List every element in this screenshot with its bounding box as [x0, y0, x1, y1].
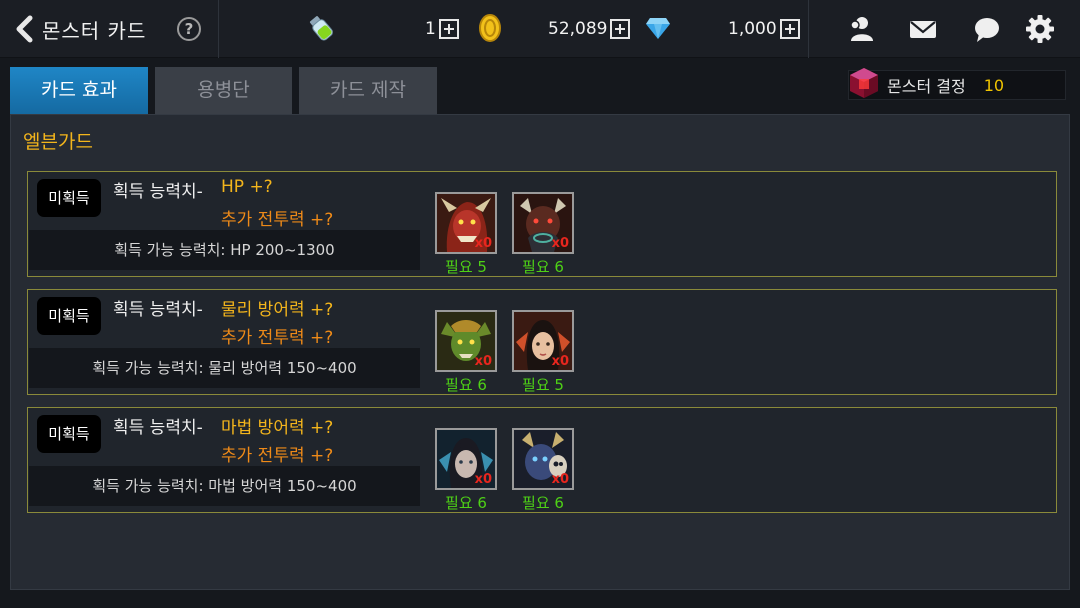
crystal-label: 몬스터 결정: [887, 77, 966, 96]
add-gem-button[interactable]: [779, 19, 800, 39]
combat-power-bonus: 추가 전투력 +?: [221, 328, 334, 348]
required-count: 필요 6: [445, 376, 487, 394]
top-bar: 몬스터 카드 ? 1 52,089 1,000: [0, 0, 1080, 58]
back-button[interactable]: 몬스터 카드: [14, 14, 146, 44]
monster-card-blue-elf[interactable]: x0: [435, 428, 497, 490]
monster-crystal-icon: [850, 68, 878, 98]
monster-card-skull-knight[interactable]: x0: [512, 428, 574, 490]
combat-power-bonus: 추가 전투력 +?: [221, 210, 334, 230]
card-effect-panel: 엘븐가드 미획득 획득 능력치- HP +? 추가 전투력 +? 획득 가능 능…: [10, 114, 1070, 590]
gem-value: 1,000: [728, 19, 777, 39]
page-title: 몬스터 카드: [42, 18, 147, 43]
stat-range: 획득 가능 능력치: 마법 방어력 150~400: [29, 466, 420, 506]
stat-value: HP +?: [221, 177, 273, 197]
owned-count: x0: [474, 472, 492, 487]
status-badge: 미획득: [37, 415, 101, 453]
required-count: 필요 6: [445, 494, 487, 512]
help-button[interactable]: ?: [177, 17, 201, 41]
section-title: 엘븐가드: [23, 131, 93, 153]
stamina-potion-icon: [309, 16, 333, 41]
status-badge: 미획득: [37, 179, 101, 217]
stat-range: 획득 가능 능력치: 물리 방어력 150~400: [29, 348, 420, 388]
required-count: 필요 6: [522, 258, 564, 276]
owned-count: x0: [474, 354, 492, 369]
status-badge: 미획득: [37, 297, 101, 335]
stat-label: 획득 능력치-: [113, 300, 203, 320]
required-count: 필요 5: [522, 376, 564, 394]
combat-power-bonus: 추가 전투력 +?: [221, 446, 334, 466]
chat-icon[interactable]: [972, 14, 1002, 44]
chevron-left-icon: [16, 15, 33, 43]
owned-count: x0: [474, 236, 492, 251]
required-count: 필요 6: [522, 494, 564, 512]
stat-value: 물리 방어력 +?: [221, 300, 334, 320]
monster-card-red-demon[interactable]: x0: [435, 192, 497, 254]
monster-crystal-counter: 몬스터 결정 10: [848, 68, 1066, 100]
gold-counter: 52,089: [548, 14, 631, 44]
monster-card-elf-woman[interactable]: x0: [512, 310, 574, 372]
stamina-value: 1: [425, 19, 436, 39]
stat-value: 마법 방어력 +?: [221, 418, 334, 438]
diamond-icon: [646, 18, 670, 39]
card-row: 미획득 획득 능력치- 물리 방어력 +? 추가 전투력 +? 획득 가능 능력…: [27, 289, 1057, 395]
card-row: 미획득 획득 능력치- 마법 방어력 +? 추가 전투력 +? 획득 가능 능력…: [27, 407, 1057, 513]
stamina-counter: 1: [425, 14, 459, 44]
add-stamina-button[interactable]: [438, 19, 459, 39]
friends-icon[interactable]: [846, 14, 876, 44]
gold-coin-icon: [479, 14, 501, 42]
gem-counter: 1,000: [728, 14, 800, 44]
tab-mercenary[interactable]: 용병단: [155, 67, 292, 114]
gold-value: 52,089: [548, 19, 608, 39]
gear-icon[interactable]: [1025, 14, 1055, 44]
monster-card-green-goblin[interactable]: x0: [435, 310, 497, 372]
card-row: 미획득 획득 능력치- HP +? 추가 전투력 +? 획득 가능 능력치: H…: [27, 171, 1057, 277]
monster-card-dark-beast[interactable]: x0: [512, 192, 574, 254]
tab-card-craft[interactable]: 카드 제작: [299, 67, 437, 114]
mail-icon[interactable]: [908, 14, 938, 44]
owned-count: x0: [551, 472, 569, 487]
stat-range: 획득 가능 능력치: HP 200~1300: [29, 230, 420, 270]
owned-count: x0: [551, 354, 569, 369]
divider: [218, 0, 219, 58]
add-gold-button[interactable]: [610, 19, 631, 39]
divider: [808, 0, 809, 58]
owned-count: x0: [551, 236, 569, 251]
stat-label: 획득 능력치-: [113, 418, 203, 438]
crystal-count: 10: [983, 75, 1005, 95]
tab-card-effect[interactable]: 카드 효과: [10, 67, 148, 114]
required-count: 필요 5: [445, 258, 487, 276]
stat-label: 획득 능력치-: [113, 182, 203, 202]
